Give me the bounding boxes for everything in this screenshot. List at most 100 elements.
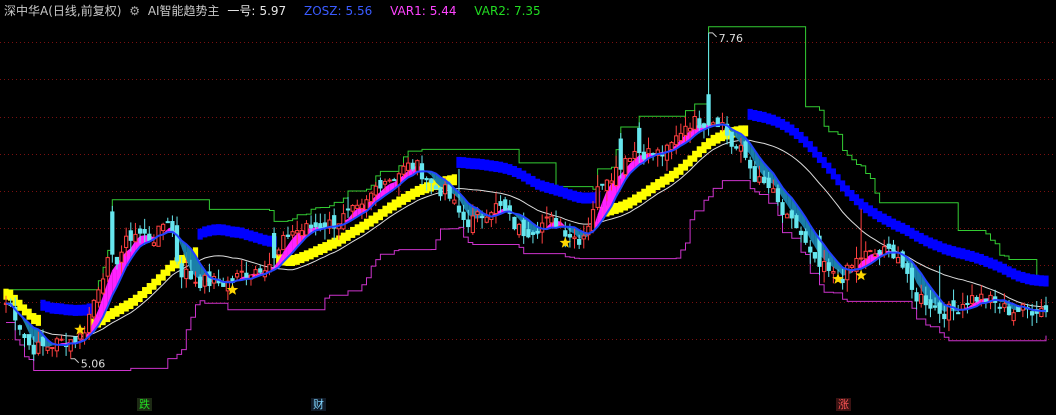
- candle-down: [165, 221, 170, 224]
- candle-down: [789, 210, 794, 219]
- blue-step-block: [511, 165, 518, 177]
- blue-step-block: [1029, 274, 1035, 286]
- candle-down: [1016, 306, 1021, 313]
- blue-step-block: [484, 159, 490, 171]
- yellow-step-block: [322, 242, 328, 254]
- candle-down: [456, 205, 462, 213]
- blue-step-block: [960, 248, 966, 260]
- yellow-step-block: [682, 159, 689, 171]
- candle-up: [475, 211, 480, 215]
- candle-up: [623, 158, 628, 176]
- candle-down: [928, 299, 933, 309]
- blue-step-block: [539, 180, 545, 192]
- blue-step-block: [562, 187, 568, 199]
- yellow-step-block: [451, 174, 457, 186]
- candle-down: [637, 127, 642, 154]
- candle-up: [979, 293, 984, 300]
- candle-down: [174, 225, 180, 262]
- candle-down: [447, 184, 452, 199]
- candle-down: [826, 262, 831, 271]
- candle-down: [285, 234, 291, 237]
- blue-step-block: [876, 211, 883, 223]
- yellow-step-block: [137, 291, 143, 303]
- blue-step-block: [756, 110, 763, 122]
- blue-step-block: [72, 304, 78, 316]
- blue-step-block: [216, 224, 222, 236]
- blue-step-block: [530, 175, 536, 187]
- candle-up: [91, 299, 96, 318]
- candle-down: [909, 267, 915, 290]
- yellow-step-block: [345, 229, 351, 241]
- candle-up: [683, 125, 688, 136]
- candle-up: [299, 230, 304, 237]
- blue-step-block: [581, 192, 587, 204]
- yellow-step-block: [659, 176, 665, 188]
- candle-up: [711, 122, 716, 126]
- blue-step-block: [456, 156, 462, 168]
- candle-up: [544, 216, 549, 219]
- blue-step-block: [784, 121, 790, 133]
- blue-step-block: [266, 235, 273, 247]
- yellow-step-block: [313, 246, 319, 258]
- candle-up: [193, 281, 198, 284]
- blue-step-block: [239, 227, 245, 239]
- yellow-step-block: [169, 260, 176, 272]
- candle-up: [133, 233, 138, 243]
- blue-step-block: [955, 247, 961, 259]
- blue-step-block: [40, 299, 46, 311]
- yellow-step-block: [396, 196, 402, 208]
- candle-down: [244, 272, 249, 278]
- candle-down: [40, 336, 46, 347]
- candle-down: [410, 162, 415, 170]
- blue-step-block: [516, 167, 522, 179]
- candle-down: [170, 221, 175, 232]
- candle-down: [188, 270, 194, 280]
- yellow-step-block: [160, 269, 166, 281]
- blue-step-block: [858, 198, 864, 210]
- blue-step-block: [844, 185, 850, 197]
- yellow-step-block: [340, 232, 347, 244]
- blue-step-block: [1034, 274, 1040, 286]
- candle-up: [868, 250, 873, 253]
- candle-down: [392, 179, 397, 182]
- blue-step-block: [969, 250, 975, 262]
- candle-up: [151, 242, 157, 246]
- signal-label-cai: 财: [311, 398, 326, 411]
- blue-step-block: [770, 114, 776, 126]
- blue-step-block: [521, 170, 527, 182]
- candle-up: [738, 144, 744, 152]
- candle-up: [406, 162, 411, 171]
- blue-step-block: [941, 243, 947, 255]
- yellow-step-block: [655, 179, 661, 191]
- candle-up: [493, 203, 499, 214]
- candle-down: [743, 141, 748, 158]
- blue-step-block: [54, 303, 60, 315]
- blue-step-block: [821, 157, 827, 169]
- blue-step-block: [881, 213, 887, 225]
- blue-step-block: [987, 257, 994, 269]
- blue-step-block: [937, 241, 943, 253]
- candle-up: [68, 339, 73, 352]
- candle-up: [895, 256, 901, 264]
- yellow-step-block: [645, 185, 652, 197]
- yellow-step-block: [410, 188, 416, 200]
- blue-step-block: [497, 161, 504, 173]
- candle-down: [438, 187, 443, 197]
- blue-step-block: [576, 191, 582, 203]
- yellow-step-block: [705, 138, 712, 150]
- blue-step-block: [1038, 275, 1044, 287]
- candle-down: [526, 229, 531, 238]
- yellow-step-block: [118, 303, 125, 315]
- candle-down: [729, 131, 734, 147]
- blue-step-block: [567, 189, 573, 201]
- candle-up: [858, 257, 864, 260]
- yellow-step-block: [636, 191, 642, 203]
- candlestick-chart[interactable]: 7.76 5.06: [0, 0, 1056, 415]
- yellow-step-block: [31, 313, 37, 325]
- blue-step-block: [534, 178, 541, 190]
- candle-up: [281, 234, 286, 251]
- candle-up: [276, 249, 281, 256]
- blue-step-block: [81, 304, 88, 316]
- blue-step-block: [77, 304, 83, 316]
- blue-step-block: [234, 226, 240, 238]
